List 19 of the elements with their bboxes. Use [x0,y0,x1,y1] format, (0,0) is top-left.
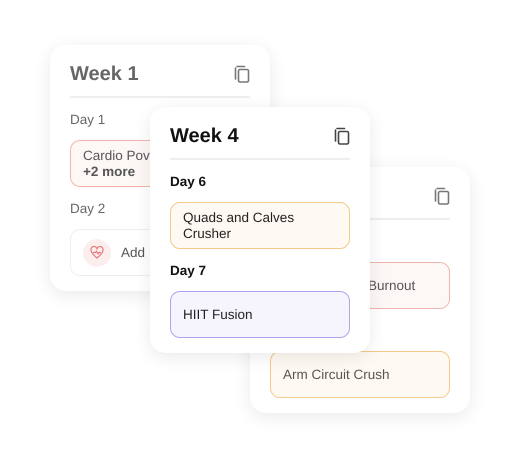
workout-entry[interactable]: Arm Circuit Crush [270,351,450,398]
copy-icon[interactable] [334,127,350,145]
workout-entry[interactable]: Quads and Calves Crusher [170,202,350,249]
workout-name: Arm Circuit Crush [283,366,391,382]
copy-icon[interactable] [234,65,250,83]
day-label: Day 1 [70,112,106,129]
workout-entry[interactable]: Cardio Pov +2 more [70,140,150,187]
workout-name: HIIT Fusion [183,306,254,322]
more-count: +2 more [83,164,136,180]
day-label: Day 2 [70,201,106,218]
add-workout-button[interactable]: Add [70,229,150,276]
workout-name: Cardio Pov [83,148,150,164]
day-label: Day 7 [170,263,206,280]
week-title: Week 1 [70,62,139,86]
week-title: Week 4 [170,124,239,148]
workout-entry[interactable]: HIIT Fusion [170,291,350,338]
workout-name: Quads and Calves Crusher [183,210,296,242]
day-label: Day 6 [170,174,206,191]
copy-icon[interactable] [434,187,450,205]
